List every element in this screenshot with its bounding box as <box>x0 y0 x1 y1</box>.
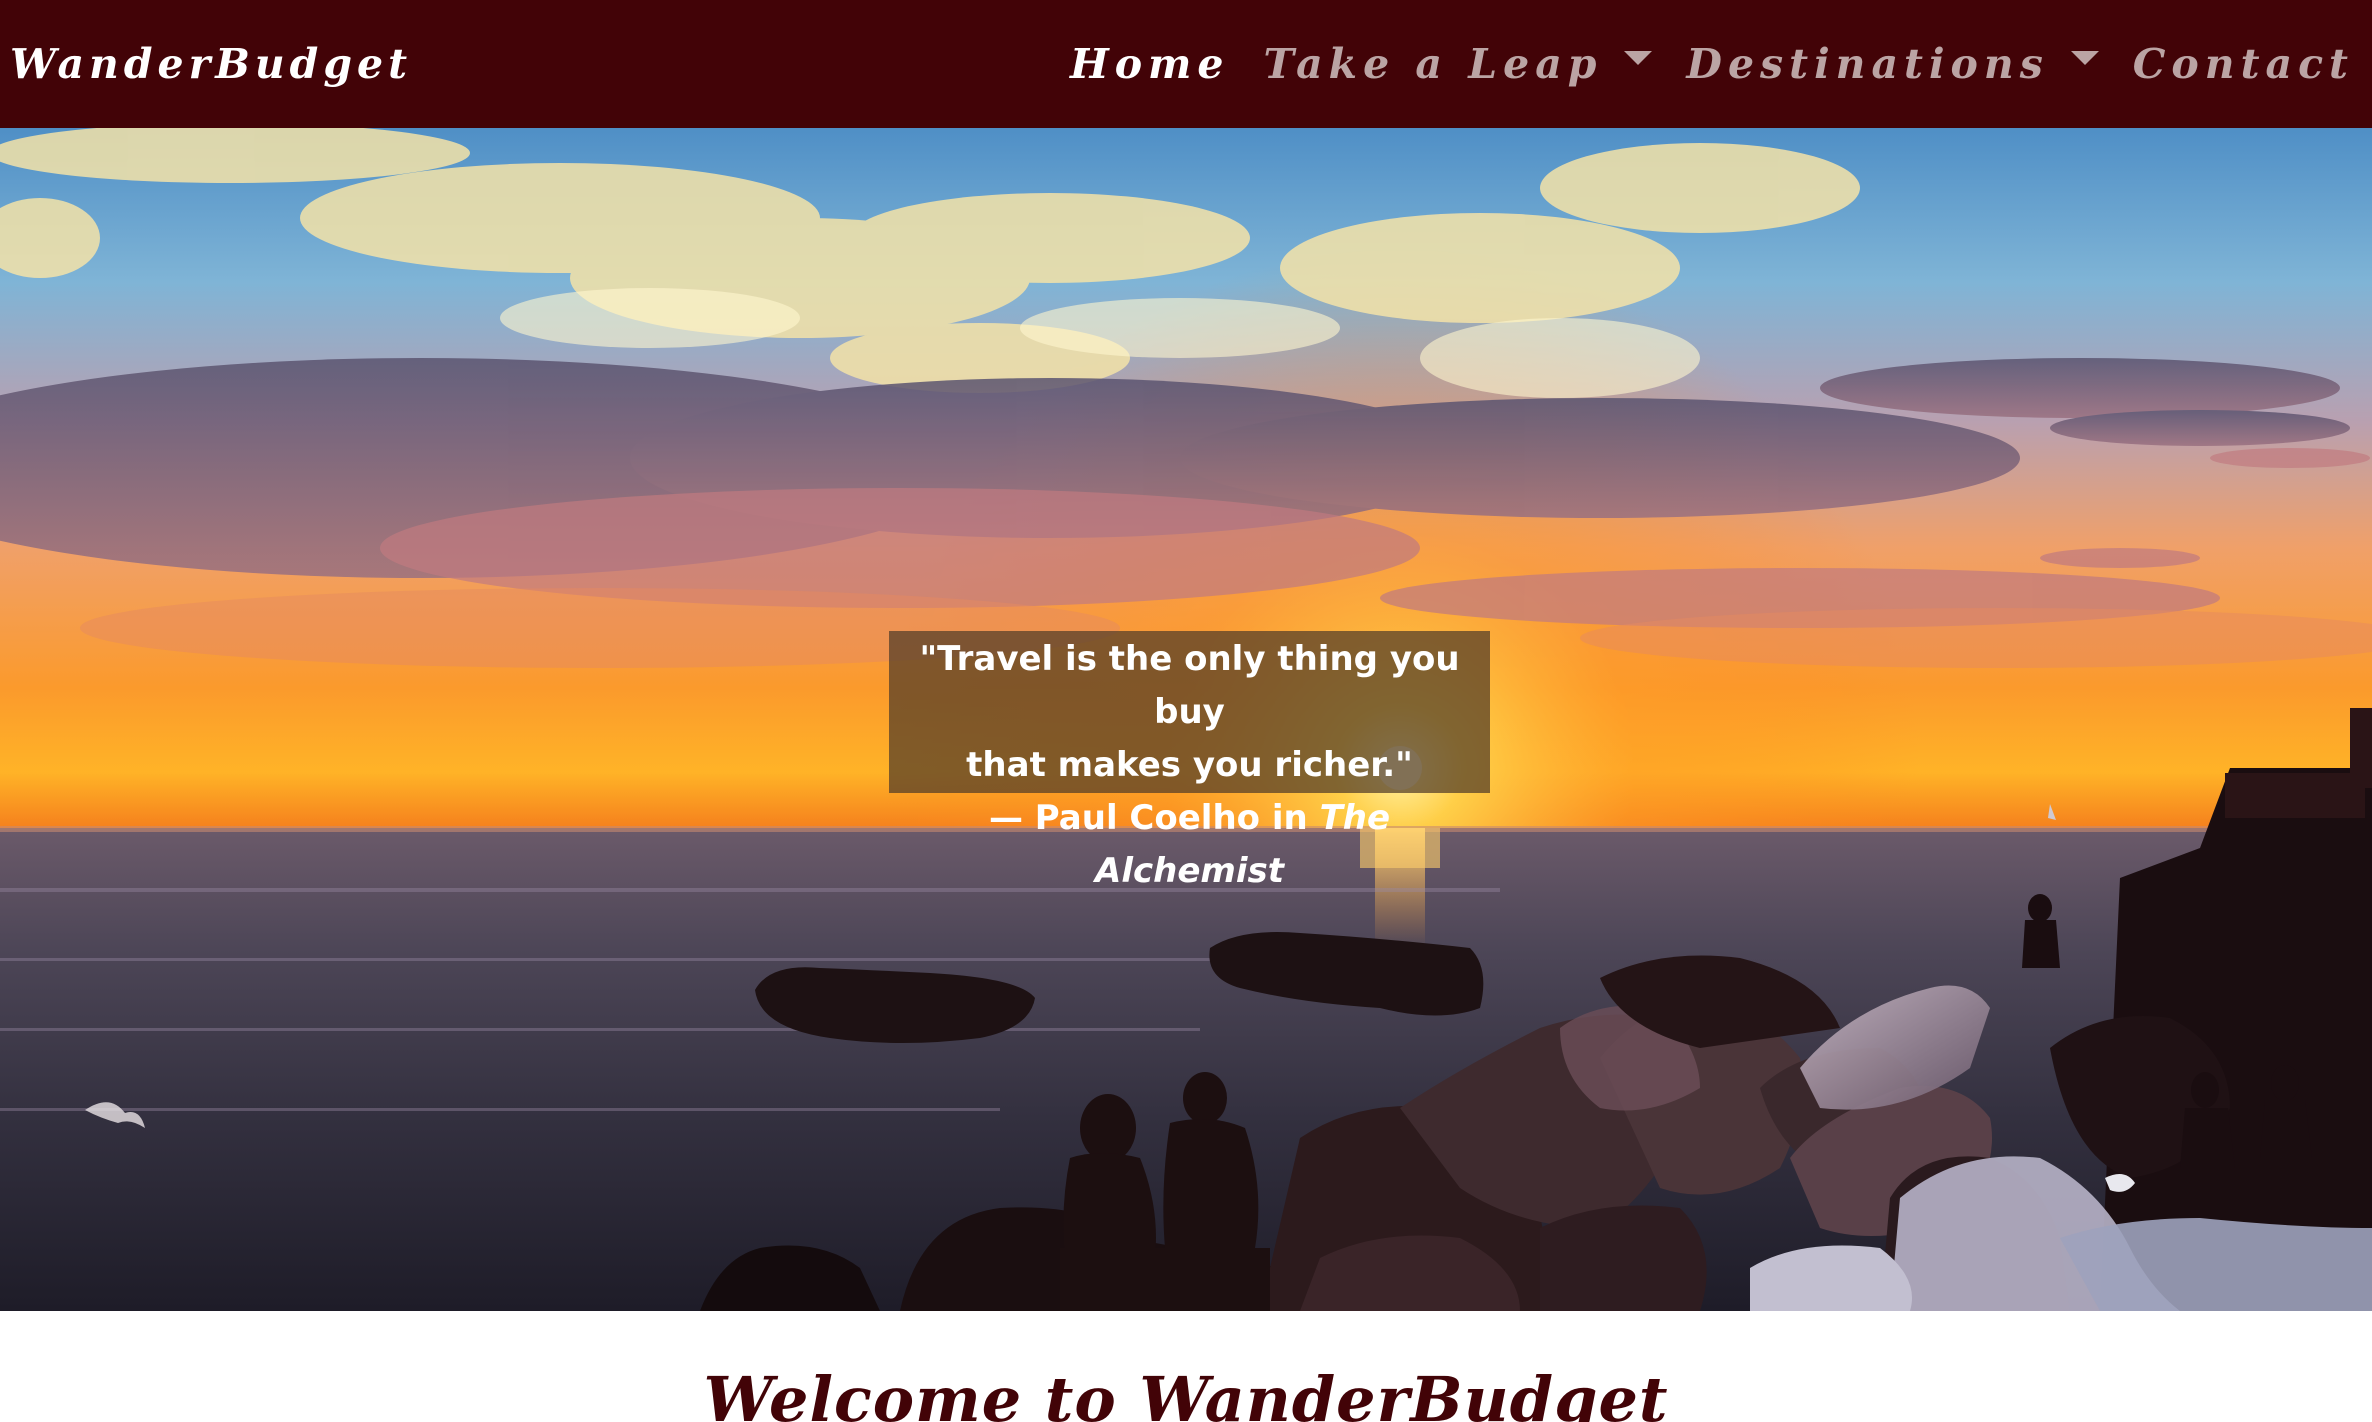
nav-item-take-a-leap[interactable]: Take a Leap <box>1264 40 1653 88</box>
nav-item-label: Destinations <box>1686 40 2049 88</box>
nav-item-label: Take a Leap <box>1263 40 1603 88</box>
nav-item-label: Home <box>1069 40 1230 88</box>
top-navbar: WanderBudget Home Take a Leap Destinatio… <box>0 0 2372 128</box>
caret-down-icon <box>2070 51 2099 65</box>
nav-item-contact[interactable]: Contact <box>2133 40 2354 88</box>
quote-text-line-2: that makes you richer." <box>966 745 1413 785</box>
nav-item-label: Contact <box>2132 40 2354 88</box>
nav-menu: Home Take a Leap Destinations Contact <box>1036 40 2354 88</box>
quote-text-line-1: "Travel is the only thing you buy <box>919 639 1460 732</box>
attribution-author: — Paul Coelho in <box>988 798 1320 838</box>
nav-item-destinations[interactable]: Destinations <box>1686 40 2099 88</box>
welcome-section: Welcome to WanderBudget <box>0 1311 2372 1422</box>
quote-attribution: — Paul Coelho in The Alchemist <box>889 792 1490 898</box>
welcome-heading: Welcome to WanderBudget <box>703 1363 1669 1422</box>
brand-logo-link[interactable]: WanderBudget <box>10 40 412 88</box>
hero-banner: "Travel is the only thing you buy that m… <box>0 128 2372 1311</box>
caret-down-icon <box>1624 51 1653 65</box>
nav-item-home[interactable]: Home <box>1070 40 1230 88</box>
quote-box: "Travel is the only thing you buy that m… <box>889 631 1490 891</box>
